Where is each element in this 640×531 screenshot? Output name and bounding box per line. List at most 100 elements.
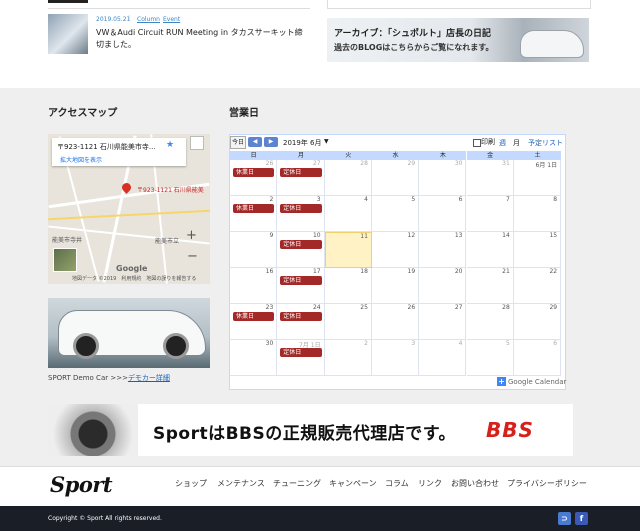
facebook-icon[interactable]: f <box>575 512 588 525</box>
post-title[interactable]: VW＆Audi Circuit RUN Meeting in タカスサーキット締… <box>96 27 310 51</box>
calendar-event[interactable]: 定休日 <box>280 240 322 249</box>
print-button[interactable]: 印刷 <box>481 137 495 147</box>
footer-nav-link[interactable]: キャンペーン <box>329 478 377 489</box>
calendar-day[interactable]: 19 <box>371 268 420 304</box>
calendar-day[interactable]: 2 休業日 <box>230 196 278 232</box>
footer-nav-link[interactable]: リンク <box>418 478 442 489</box>
footer-nav-link[interactable]: プライバシーポリシー <box>507 478 587 489</box>
calendar-day[interactable]: 26 休業日 <box>230 160 278 196</box>
calendar-day[interactable]: 22 <box>513 268 562 304</box>
post-thumbnail[interactable] <box>48 14 88 54</box>
calendar-day[interactable]: 28 <box>466 304 514 340</box>
calendar-day[interactable]: 29 <box>371 160 420 196</box>
post-divider <box>48 8 310 9</box>
bbs-logo: BBS <box>486 418 534 442</box>
google-calendar-label[interactable]: Google Calendar <box>508 378 566 386</box>
calendar-day[interactable]: 21 <box>466 268 514 304</box>
calendar-day[interactable]: 5 <box>466 340 514 376</box>
calendar-day[interactable]: 12 <box>371 232 420 268</box>
calendar-day[interactable]: 18 <box>324 268 372 304</box>
calendar-day[interactable]: 2 <box>324 340 372 376</box>
calendar-day[interactable]: 23 休業日 <box>230 304 278 340</box>
calendar-day[interactable]: 31 <box>466 160 514 196</box>
calendar-day[interactable]: 6月 1日 <box>513 160 562 196</box>
demo-car-body <box>58 310 206 359</box>
calendar-day[interactable]: 24 定休日 <box>277 304 325 340</box>
calendar-day[interactable]: 29 <box>513 304 562 340</box>
calendar-day[interactable]: 3 <box>371 340 420 376</box>
day-number: 8 <box>553 196 558 203</box>
day-number: 29 <box>407 160 416 167</box>
day-number: 28 <box>502 304 510 311</box>
zoom-in-button[interactable]: + <box>186 228 197 243</box>
today-button[interactable]: 今日 <box>230 136 246 149</box>
calendar-event[interactable]: 休業日 <box>233 204 275 213</box>
calendar-event[interactable]: 休業日 <box>233 312 275 321</box>
day-number: 30 <box>454 160 463 167</box>
calendar-day[interactable]: 7月 1日 定休日 <box>277 340 325 376</box>
calendar-event[interactable]: 定休日 <box>280 348 322 357</box>
chevron-down-icon[interactable]: ▼ <box>324 138 329 145</box>
day-number: 5 <box>411 196 416 203</box>
calendar-day[interactable]: 10 定休日 <box>277 232 325 268</box>
google-calendar-add-icon[interactable]: + <box>497 377 506 386</box>
calendar-event[interactable]: 定休日 <box>280 312 322 321</box>
calendar-event[interactable]: 休業日 <box>233 168 275 177</box>
map-enlarge-link[interactable]: 拡大地図を表示 <box>60 155 102 164</box>
calendar-day[interactable]: 25 <box>324 304 372 340</box>
calendar-day[interactable]: 20 <box>419 268 467 304</box>
footer-nav-link[interactable]: メンテナンス <box>217 478 265 489</box>
post-thumb-bar <box>48 0 88 3</box>
post-category-column[interactable]: Column <box>137 16 160 23</box>
satellite-toggle[interactable] <box>53 248 77 272</box>
fullscreen-icon[interactable] <box>190 136 204 150</box>
calendar-day[interactable]: 15 <box>513 232 562 268</box>
weekday-header: 日 <box>230 151 278 160</box>
calendar-day[interactable]: 27 定休日 <box>277 160 325 196</box>
calendar-day[interactable]: 4 <box>419 340 467 376</box>
prev-month-button[interactable]: ◀ <box>248 137 262 147</box>
footer-nav-link[interactable]: チューニング <box>273 478 321 489</box>
print-icon[interactable] <box>473 139 481 147</box>
day-number: 24 <box>312 304 321 311</box>
calendar-event[interactable]: 定休日 <box>280 168 322 177</box>
calendar-day[interactable]: 26 <box>371 304 420 340</box>
calendar-day[interactable]: 5 <box>371 196 420 232</box>
calendar-day[interactable]: 16 <box>230 268 278 304</box>
calendar-day[interactable]: 9 <box>230 232 278 268</box>
next-month-button[interactable]: ▶ <box>264 137 278 147</box>
archive-car-image <box>520 30 584 58</box>
footer-nav-link[interactable]: コラム <box>385 478 409 489</box>
footer-nav-link[interactable]: ショップ <box>175 478 207 489</box>
star-icon[interactable]: ★ <box>166 140 174 150</box>
calendar-day[interactable]: 7 <box>466 196 514 232</box>
calendar-day[interactable]: 27 <box>419 304 467 340</box>
day-number: 30 <box>265 340 274 347</box>
calendar-day-today[interactable]: 11 <box>324 232 372 268</box>
calendar-day[interactable]: 4 <box>324 196 372 232</box>
calendar-day[interactable]: 3 定休日 <box>277 196 325 232</box>
google-logo: Google <box>116 264 148 273</box>
calendar-day[interactable]: 30 <box>419 160 467 196</box>
rss-icon[interactable]: ⊃ <box>558 512 571 525</box>
day-number: 5 <box>505 340 510 347</box>
calendar-day[interactable]: 8 <box>513 196 562 232</box>
tab-agenda[interactable]: 予定リスト <box>528 138 563 148</box>
footer-nav-link[interactable]: お問い合わせ <box>451 478 499 489</box>
day-number: 31 <box>502 160 510 167</box>
calendar-event[interactable]: 定休日 <box>280 276 322 285</box>
calendar-day[interactable]: 6 <box>419 196 467 232</box>
calendar-day[interactable]: 17 定休日 <box>277 268 325 304</box>
calendar-event[interactable]: 定休日 <box>280 204 322 213</box>
zoom-out-button[interactable]: − <box>187 249 198 264</box>
calendar-day[interactable]: 30 <box>230 340 278 376</box>
demo-car-detail-link[interactable]: デモカー詳細 <box>128 374 170 382</box>
calendar-day[interactable]: 28 <box>324 160 372 196</box>
calendar-day[interactable]: 6 <box>513 340 562 376</box>
post-category-event[interactable]: Event <box>163 16 180 23</box>
calendar-day[interactable]: 13 <box>419 232 467 268</box>
site-logo[interactable]: Sport <box>50 472 113 497</box>
tab-month[interactable]: 月 <box>513 138 520 148</box>
tab-week[interactable]: 週 <box>499 138 506 148</box>
calendar-day[interactable]: 14 <box>466 232 514 268</box>
